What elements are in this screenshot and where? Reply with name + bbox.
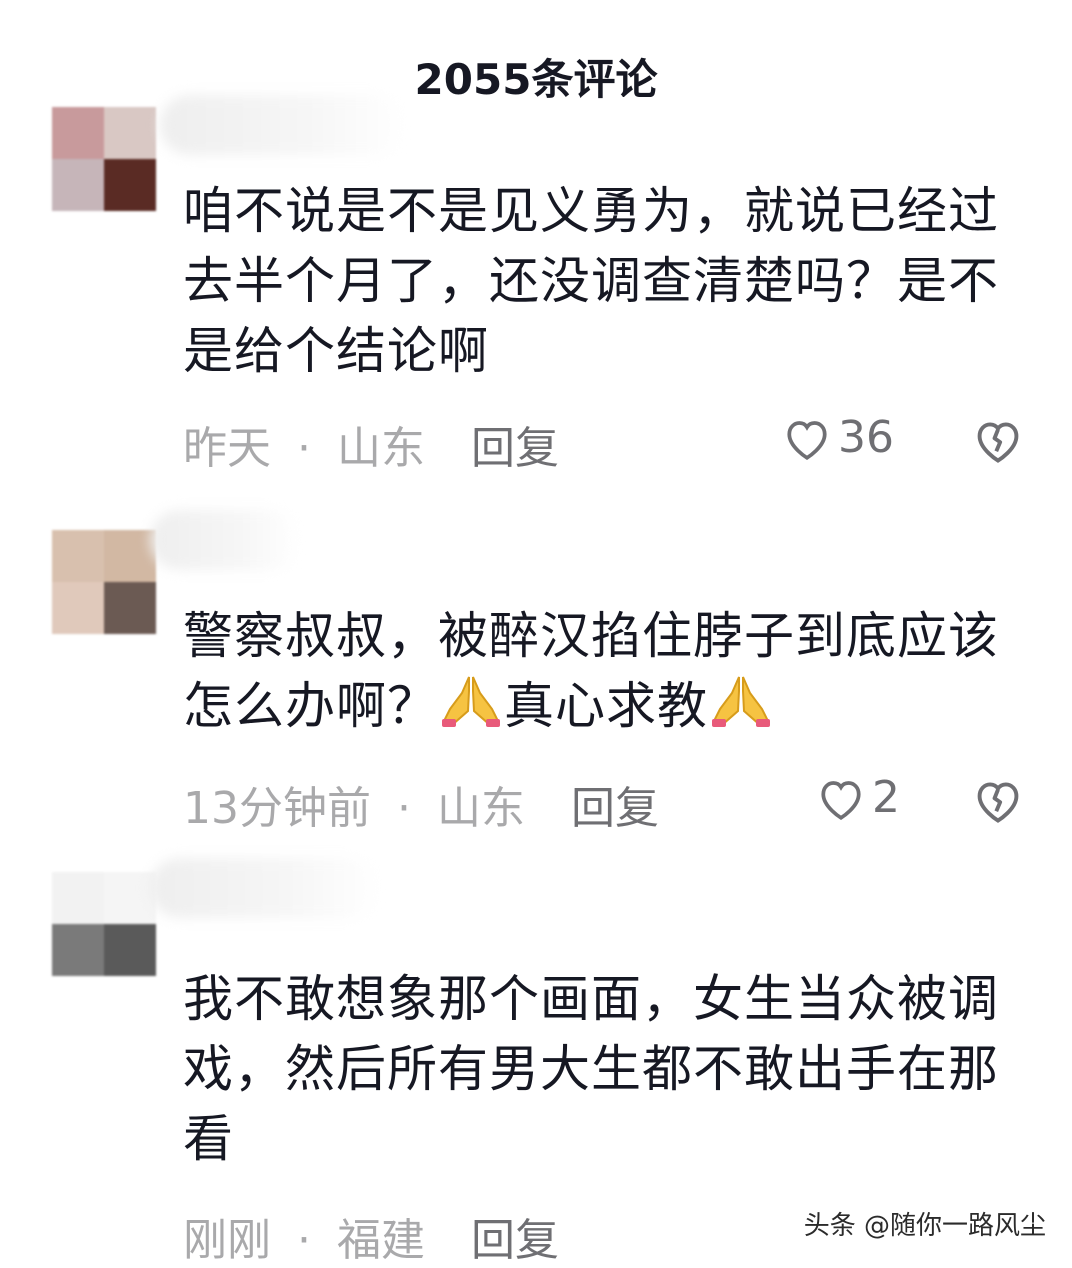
username-blurred[interactable] [150, 858, 380, 918]
dislike-button[interactable] [972, 776, 1024, 824]
folded-hands-icon [708, 671, 774, 747]
reply-button[interactable]: 回复 [571, 783, 659, 834]
comment-meta: 刚刚 · 福建 回复 [183, 1204, 559, 1268]
comment-meta: 13分钟前 · 山东 回复 [183, 772, 659, 836]
folded-hands-icon [438, 671, 504, 747]
like-button[interactable]: 2 [816, 772, 900, 823]
comment-text-tail: 真心求教 [504, 677, 708, 735]
like-count: 2 [872, 772, 900, 823]
comment-time: 13分钟前 [183, 783, 371, 834]
broken-heart-icon [977, 782, 1019, 823]
reply-button[interactable]: 回复 [471, 423, 559, 474]
meta-separator: · [297, 1215, 311, 1266]
username-blurred[interactable] [150, 510, 300, 570]
comment-text: 咱不说是不是见义勇为，就说已经过去半个月了，还没调查清楚吗？是不是给个结论啊 [183, 182, 999, 380]
comment-meta: 昨天 · 山东 回复 [183, 412, 559, 476]
comment-location: 山东 [437, 783, 525, 834]
comment-time: 刚刚 [183, 1215, 271, 1266]
comment-location: 福建 [337, 1215, 425, 1266]
watermark: 头条 @随你一路风尘 [803, 1211, 1046, 1241]
meta-separator: · [297, 423, 311, 474]
broken-heart-icon [977, 422, 1019, 463]
heart-icon [821, 780, 861, 820]
like-button[interactable]: 36 [782, 412, 894, 463]
meta-separator: · [397, 783, 411, 834]
avatar[interactable] [52, 872, 156, 976]
comment-time: 昨天 [183, 423, 271, 474]
dislike-button[interactable] [972, 416, 1024, 464]
heart-icon [787, 420, 827, 460]
avatar[interactable] [52, 530, 156, 634]
comment-text: 警察叔叔，被醉汉掐住脖子到底应该怎么办啊？ 真心求教 [183, 601, 1013, 747]
username-blurred[interactable] [160, 95, 405, 155]
avatar[interactable] [52, 107, 156, 211]
comment-location: 山东 [337, 423, 425, 474]
like-count: 36 [838, 412, 894, 463]
comment-count-title: 2055条评论 [414, 55, 658, 104]
comment-text: 我不敢想象那个画面，女生当众被调戏，然后所有男大生都不敢出手在那看 [183, 970, 999, 1168]
reply-button[interactable]: 回复 [471, 1215, 559, 1266]
